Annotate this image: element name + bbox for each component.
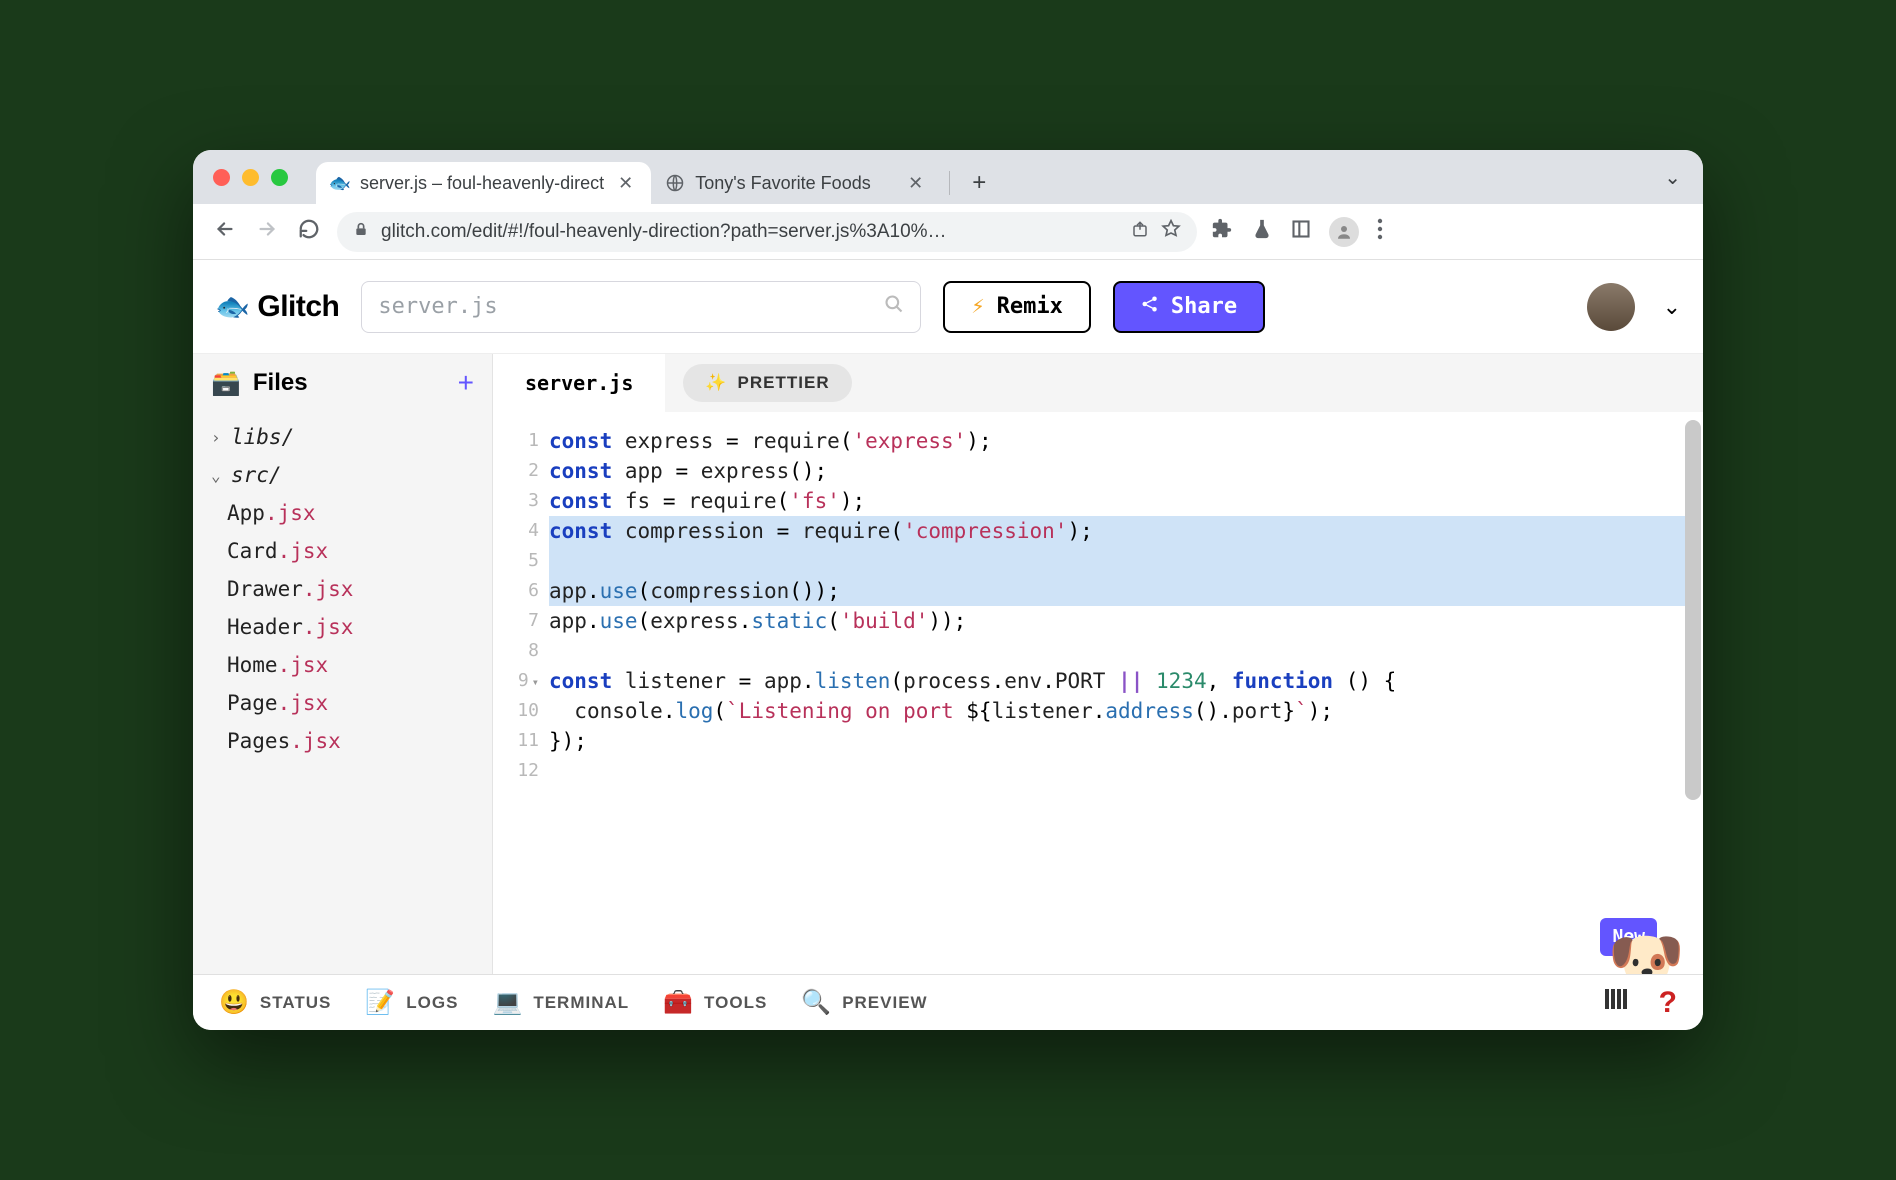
file-item[interactable]: Page.jsx xyxy=(193,684,492,722)
minimize-window-button[interactable] xyxy=(242,169,259,186)
prettier-button[interactable]: ✨ PRETTIER xyxy=(683,364,851,402)
folder-libs[interactable]: › libs/ xyxy=(193,418,492,456)
remix-label: Remix xyxy=(997,294,1063,319)
url-text: glitch.com/edit/#!/foul-heavenly-directi… xyxy=(381,221,1119,243)
folder-name: libs/ xyxy=(231,425,294,449)
search-input[interactable]: server.js xyxy=(361,281,921,333)
profile-avatar-icon[interactable] xyxy=(1329,217,1359,247)
folder-src[interactable]: ⌄ src/ xyxy=(193,456,492,494)
editor-tab-label: server.js xyxy=(525,371,633,395)
editor-area: server.js ✨ PRETTIER 1234 5678 9101112 c… xyxy=(493,354,1703,974)
remix-button[interactable]: ⚡ Remix xyxy=(943,281,1090,333)
browser-window: 🐟 server.js – foul-heavenly-direct ✕ Ton… xyxy=(193,150,1703,1030)
smile-icon: 😃 xyxy=(219,988,250,1017)
files-header-label: Files xyxy=(253,369,308,397)
search-icon xyxy=(884,294,904,320)
lock-icon xyxy=(353,221,369,242)
close-window-button[interactable] xyxy=(213,169,230,186)
glitch-favicon-icon: 🐟 xyxy=(330,173,350,193)
address-bar[interactable]: glitch.com/edit/#!/foul-heavenly-directi… xyxy=(337,212,1197,252)
status-button[interactable]: 😃STATUS xyxy=(219,988,331,1017)
browser-menu-button[interactable] xyxy=(1377,218,1383,246)
reload-button[interactable] xyxy=(295,218,323,246)
close-tab-button[interactable]: ✕ xyxy=(614,173,637,194)
close-tab-button[interactable]: ✕ xyxy=(904,173,927,194)
tab-title: Tony's Favorite Foods xyxy=(695,173,894,194)
file-item[interactable]: Home.jsx xyxy=(193,646,492,684)
lightning-icon: ⚡ xyxy=(971,294,984,319)
user-avatar[interactable] xyxy=(1587,283,1635,331)
browser-titlebar: 🐟 server.js – foul-heavenly-direct ✕ Ton… xyxy=(193,150,1703,204)
window-controls xyxy=(213,169,288,186)
bottom-toolbar: 😃STATUS 📝LOGS 💻TERMINAL 🧰TOOLS 🔍PREVIEW … xyxy=(193,974,1703,1030)
editor-tab-active[interactable]: server.js xyxy=(493,354,665,412)
forward-button[interactable] xyxy=(253,218,281,246)
browser-tab[interactable]: Tony's Favorite Foods ✕ xyxy=(651,162,941,204)
file-item[interactable]: Drawer.jsx xyxy=(193,570,492,608)
editor-scrollbar[interactable] xyxy=(1685,420,1701,800)
browser-actions xyxy=(1211,217,1383,247)
share-page-icon[interactable] xyxy=(1131,220,1149,244)
prettier-label: PRETTIER xyxy=(738,373,830,393)
file-item[interactable]: Header.jsx xyxy=(193,608,492,646)
tools-button[interactable]: 🧰TOOLS xyxy=(663,988,767,1017)
labs-flask-icon[interactable] xyxy=(1251,218,1273,246)
chevron-right-icon: › xyxy=(211,428,225,447)
glitch-logo[interactable]: 🐟 Glitch xyxy=(215,290,339,324)
editor-tabbar: server.js ✨ PRETTIER xyxy=(493,354,1703,412)
files-header: 🗃️ Files + xyxy=(193,354,492,412)
file-item[interactable]: Pages.jsx xyxy=(193,722,492,760)
main-content: 🗃️ Files + › libs/ ⌄ src/ App.jsx Card.j… xyxy=(193,354,1703,974)
code-content: const express = require('express'); cons… xyxy=(549,412,1703,974)
share-icon xyxy=(1141,294,1159,319)
back-button[interactable] xyxy=(211,218,239,246)
add-file-button[interactable]: + xyxy=(458,367,474,399)
glitch-header: 🐟 Glitch server.js ⚡ Remix Share ⌄ xyxy=(193,260,1703,354)
maximize-window-button[interactable] xyxy=(271,169,288,186)
glitch-fish-icon: 🐟 xyxy=(215,290,249,323)
logs-button[interactable]: 📝LOGS xyxy=(365,988,458,1017)
new-tab-button[interactable]: + xyxy=(958,169,1000,197)
bookmark-star-icon[interactable] xyxy=(1161,219,1181,245)
browser-tab-active[interactable]: 🐟 server.js – foul-heavenly-direct ✕ xyxy=(316,162,651,204)
share-button[interactable]: Share xyxy=(1113,281,1265,333)
memo-icon: 📝 xyxy=(365,988,396,1017)
tabs-overflow-button[interactable]: ⌄ xyxy=(1664,165,1681,190)
user-menu-chevron-icon[interactable]: ⌄ xyxy=(1663,294,1681,320)
keyboard-icon[interactable] xyxy=(1603,987,1633,1018)
reading-list-icon[interactable] xyxy=(1291,219,1311,245)
magnifier-icon: 🔍 xyxy=(801,988,832,1017)
file-tree: › libs/ ⌄ src/ App.jsx Card.jsx Drawer.j… xyxy=(193,412,492,766)
chevron-down-icon: ⌄ xyxy=(211,466,225,485)
code-editor[interactable]: 1234 5678 9101112 const express = requir… xyxy=(493,412,1703,974)
terminal-button[interactable]: 💻TERMINAL xyxy=(492,988,629,1017)
browser-tabs: 🐟 server.js – foul-heavenly-direct ✕ Ton… xyxy=(316,162,1664,204)
mascot-icon: 🐶 xyxy=(1608,930,1685,974)
help-button[interactable]: ? xyxy=(1659,986,1677,1020)
toolbox-icon: 🧰 xyxy=(663,988,694,1017)
browser-toolbar: glitch.com/edit/#!/foul-heavenly-directi… xyxy=(193,204,1703,260)
globe-icon xyxy=(665,173,685,193)
preview-button[interactable]: 🔍PREVIEW xyxy=(801,988,927,1017)
laptop-icon: 💻 xyxy=(492,988,523,1017)
file-item[interactable]: Card.jsx xyxy=(193,532,492,570)
files-box-icon: 🗃️ xyxy=(211,369,241,398)
tab-separator xyxy=(949,171,950,195)
share-label: Share xyxy=(1171,294,1237,319)
files-sidebar: 🗃️ Files + › libs/ ⌄ src/ App.jsx Card.j… xyxy=(193,354,493,974)
tab-title: server.js – foul-heavenly-direct xyxy=(360,173,604,194)
file-item[interactable]: App.jsx xyxy=(193,494,492,532)
folder-name: src/ xyxy=(231,463,282,487)
line-gutter: 1234 5678 9101112 xyxy=(493,412,549,974)
sparkle-icon: ✨ xyxy=(705,373,727,393)
search-placeholder: server.js xyxy=(378,294,884,319)
glitch-brand-text: Glitch xyxy=(257,290,339,324)
extensions-icon[interactable] xyxy=(1211,218,1233,246)
